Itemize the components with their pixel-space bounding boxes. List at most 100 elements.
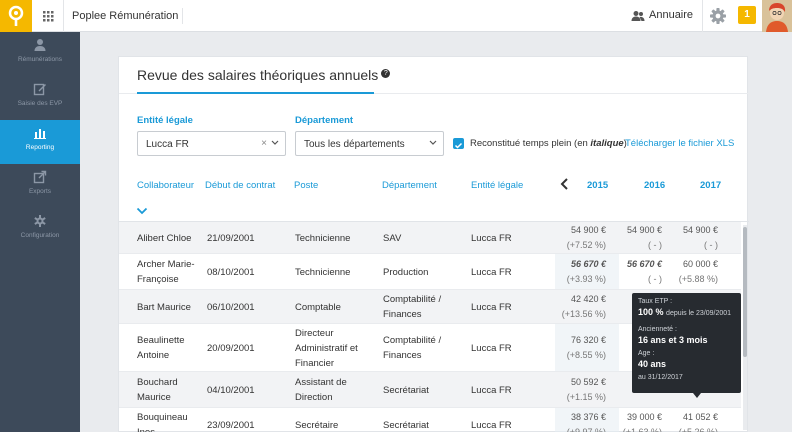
entity-select[interactable]: Lucca FR × <box>137 131 286 156</box>
table-row[interactable]: Archer Marie- Françoise 08/10/2001 Technici… <box>119 254 741 290</box>
title-underline <box>137 92 374 94</box>
cell-poste: Technicienne <box>295 265 350 280</box>
col-departement[interactable]: Département <box>382 180 437 191</box>
download-xls-link[interactable]: Télécharger le fichier XLS <box>625 138 734 149</box>
cell-salary-2017[interactable]: 54 900 € ( - ) <box>667 223 718 253</box>
sidebar-item-remunerations[interactable]: Rémunérations <box>0 32 80 76</box>
tooltip-taux-number: 100 % <box>638 307 664 317</box>
poste-line: Administratif et <box>295 343 358 354</box>
page-title-text: Revue des salaires théoriques annuels <box>137 67 379 83</box>
collaborateur-name-line: Maurice <box>137 392 171 403</box>
table-row[interactable]: Bouquineau Ines 23/09/2001 Secrétaire Secrét… <box>119 408 741 432</box>
tooltip-taux-label: Taux ETP : <box>638 298 673 305</box>
salary-value: 54 900 € <box>626 225 662 235</box>
annuaire-link[interactable]: Annuaire <box>649 9 693 21</box>
cell-salary-2015[interactable]: 54 900 € (+7.52 %) <box>555 223 606 253</box>
cell-entite-legale: Lucca FR <box>471 267 512 278</box>
col-year-2016[interactable]: 2016 <box>644 180 665 191</box>
cell-salary-2015[interactable]: 76 320 € (+8.55 %) <box>555 333 606 363</box>
col-poste[interactable]: Poste <box>294 180 318 191</box>
cell-departement: SAV <box>383 231 401 246</box>
salary-value: 56 670 € <box>570 259 606 269</box>
salary-change: (+1.15 %) <box>566 392 606 402</box>
poste-line: Technicienne <box>295 267 351 278</box>
cell-debut-contrat: 08/10/2001 <box>207 267 255 278</box>
help-icon[interactable]: ? <box>381 69 391 78</box>
sidebar-item-configuration[interactable]: Configuration <box>0 208 80 252</box>
tooltip-age-label: Age : <box>638 350 655 357</box>
tooltip-taux-value: 100 % depuis le 23/09/2001 <box>638 306 735 320</box>
salary-value: 56 670 € <box>626 259 662 269</box>
poste-line: Direction <box>295 392 333 403</box>
salary-change: ( - ) <box>704 240 718 250</box>
cell-debut-contrat: 23/09/2001 <box>207 420 255 431</box>
table-row[interactable]: Alibert Chloe 21/09/2001 Technicienne SAV Lu… <box>119 222 741 254</box>
cell-salary-2016[interactable]: 56 670 € ( - ) <box>611 257 662 287</box>
edit-icon <box>33 83 46 96</box>
cell-salary-2017[interactable]: 41 052 € (+5.26 %) <box>667 410 718 432</box>
sidebar: Rémunérations Saisie des EVP Reporting E… <box>0 32 80 432</box>
poplee-logo-icon <box>8 5 24 26</box>
sidebar-item-saisie-evp[interactable]: Saisie des EVP <box>0 76 80 120</box>
settings-button[interactable] <box>702 0 732 32</box>
bar-chart-icon <box>34 129 46 139</box>
sort-chevron-down-icon[interactable] <box>136 207 148 215</box>
departement-line: Finances <box>383 350 422 361</box>
sidebar-item-exports[interactable]: Exports <box>0 164 80 208</box>
salary-change: (+5.26 %) <box>678 427 718 432</box>
top-bar: Poplee Rémunération Annuaire 1 <box>0 0 792 32</box>
cell-salary-2015[interactable]: 50 592 € (+1.15 %) <box>555 375 606 405</box>
cell-salary-2016[interactable]: 54 900 € ( - ) <box>611 223 662 253</box>
department-select[interactable]: Tous les départements <box>295 131 444 156</box>
department-select-value: Tous les départements <box>304 139 405 150</box>
sidebar-item-label: Exports <box>28 188 52 195</box>
col-year-2015[interactable]: 2015 <box>587 180 608 191</box>
fulltime-label-text: Reconstitué temps plein (en <box>470 138 591 149</box>
clear-icon[interactable]: × <box>261 138 267 149</box>
previous-year-arrow-icon[interactable] <box>560 177 570 191</box>
tooltip-arrow <box>693 393 701 398</box>
salary-value: 54 900 € <box>682 225 718 235</box>
sidebar-item-label: Configuration <box>20 232 60 239</box>
cell-debut-contrat: 20/09/2001 <box>207 343 255 354</box>
col-year-2017[interactable]: 2017 <box>700 180 721 191</box>
poste-line: Secrétaire <box>295 420 339 431</box>
cell-salary-2015[interactable]: 42 420 € (+13.56 %) <box>555 292 606 322</box>
sidebar-item-reporting[interactable]: Reporting <box>0 120 80 164</box>
topbar-divider <box>182 8 183 24</box>
export-icon <box>33 170 47 184</box>
app-logo[interactable] <box>0 0 32 32</box>
salary-value: 60 000 € <box>682 259 718 269</box>
collaborateur-name-line: Alibert Chloe <box>137 233 192 244</box>
app-title[interactable]: Poplee Rémunération <box>72 10 178 22</box>
cell-departement: Production <box>383 265 428 280</box>
cell-collaborateur: Archer Marie- Françoise <box>137 257 195 287</box>
gear-icon <box>710 8 726 24</box>
fulltime-label-italic: italique <box>590 138 624 149</box>
collaborateur-name-line: Françoise <box>137 274 179 285</box>
cell-salary-2017[interactable]: 60 000 € (+5.88 %) <box>667 257 718 287</box>
fulltime-checkbox[interactable] <box>453 138 464 149</box>
person-icon <box>34 39 46 51</box>
sidebar-item-label: Rémunérations <box>17 56 63 63</box>
col-collaborateur[interactable]: Collaborateur <box>137 180 194 191</box>
col-entite-legale[interactable]: Entité légale <box>471 180 523 191</box>
scrollbar-thumb[interactable] <box>743 227 747 357</box>
col-debut-contrat[interactable]: Début de contrat <box>205 180 275 191</box>
grid-icon <box>43 11 54 22</box>
apps-grid-button[interactable] <box>32 0 64 32</box>
salary-value: 76 320 € <box>570 335 606 345</box>
cell-salary-2015[interactable]: 56 670 € (+3.93 %) <box>555 257 606 287</box>
user-avatar[interactable] <box>762 0 792 32</box>
salary-value: 54 900 € <box>570 225 606 235</box>
tooltip-anc-label: Ancienneté : <box>638 326 677 333</box>
cell-debut-contrat: 21/09/2001 <box>207 233 255 244</box>
cell-collaborateur: Beaulinette Antoine <box>137 333 185 363</box>
cell-departement: Secrétariat <box>383 418 429 432</box>
cell-entite-legale: Lucca FR <box>471 385 512 396</box>
salary-value: 50 592 € <box>570 377 606 387</box>
notification-badge[interactable]: 1 <box>738 6 756 24</box>
cell-salary-2016[interactable]: 39 000 € (+1.63 %) <box>611 410 662 432</box>
cell-salary-2015[interactable]: 38 376 € (+9.97 %) <box>555 410 606 432</box>
poste-line: Assistant de <box>295 377 347 388</box>
